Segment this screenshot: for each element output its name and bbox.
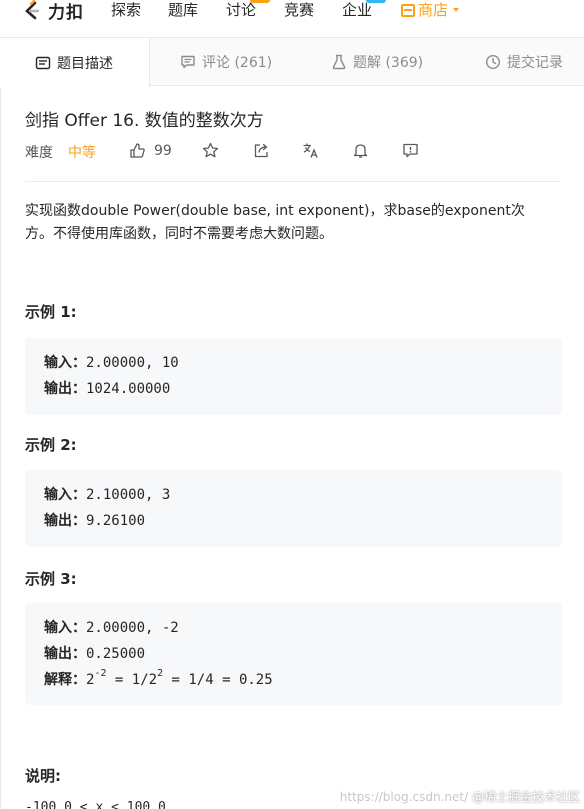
output-label: 输出： — [44, 381, 86, 397]
nav-explore[interactable]: 探索 — [111, 0, 141, 20]
input-value: 2.00000, -2 — [86, 620, 179, 636]
nav-problemset[interactable]: 题库 — [168, 0, 198, 20]
explain-exponent: -2 — [94, 668, 107, 680]
nav-discuss-label: 讨论 — [226, 1, 257, 19]
output-label: 输出： — [44, 513, 86, 529]
input-value: 2.10000, 3 — [86, 487, 171, 503]
notes-partial-line: -100.0 < x < 100.0 — [25, 800, 166, 809]
tab-submissions[interactable]: 提交记录 — [485, 38, 563, 86]
nav-store-label: 商店 — [418, 1, 449, 19]
problem-title: 剑指 Offer 16. 数值的整数次方 — [25, 111, 264, 131]
example-input-line: 输入：2.00000, -2 — [44, 615, 543, 641]
example-title: 示例 3: — [25, 570, 77, 588]
explain-label: 解释： — [44, 672, 86, 688]
like-button[interactable]: 99 — [129, 142, 172, 159]
clock-icon — [485, 54, 501, 70]
logo-text: 力扣 — [48, 2, 84, 23]
flask-icon — [332, 54, 346, 70]
tab-label: 题解 (369) — [353, 55, 424, 71]
example-input-line: 输入：2.10000, 3 — [44, 482, 543, 508]
output-value: 0.25000 — [86, 646, 146, 662]
notes-title: 说明: — [25, 767, 61, 785]
input-label: 输入： — [44, 487, 86, 503]
input-value: 2.00000, 10 — [86, 355, 179, 371]
watermark-url: https://blog.csdn.net/ — [339, 790, 469, 804]
example-input-line: 输入：2.00000, 10 — [44, 350, 543, 376]
example-output-line: 输出：1024.00000 — [44, 376, 543, 402]
output-value: 1024.00000 — [86, 381, 171, 397]
like-count: 99 — [154, 142, 172, 159]
example-output-line: 输出：9.26100 — [44, 508, 543, 534]
store-icon — [401, 3, 415, 17]
problem-meta-bar: 难度 中等 99 — [25, 142, 565, 163]
thumbs-up-icon — [130, 143, 145, 158]
panel-border — [0, 38, 1, 809]
comment-icon — [181, 55, 195, 69]
feedback-icon — [403, 143, 418, 158]
watermark: https://blog.csdn.net/ @稀土掘金技术社区 — [340, 788, 580, 805]
favorite-button[interactable] — [202, 142, 219, 163]
tab-label: 题目描述 — [57, 55, 113, 72]
new-badge — [366, 0, 386, 3]
logo[interactable]: 力扣 — [22, 0, 84, 23]
problem-description: 实现函数double Power(double base, int expone… — [25, 200, 565, 246]
example-code-block: 输入：2.10000, 3 输出：9.26100 — [25, 470, 562, 547]
input-label: 输入： — [44, 355, 86, 371]
nav-contest[interactable]: 竞赛 — [284, 0, 314, 20]
translate-icon — [303, 143, 318, 158]
example-code-block: 输入：2.00000, -2 输出：0.25000 解释：2-2 = 1/22 … — [25, 603, 562, 705]
nav-store[interactable]: 商店 — [401, 0, 460, 20]
tab-label: 评论 (261) — [202, 55, 273, 71]
explain-end: = 1/4 = 0.25 — [163, 672, 273, 688]
feedback-button[interactable] — [402, 142, 419, 163]
example-explain-line: 解释：2-2 = 1/22 = 1/4 = 0.25 — [44, 667, 543, 693]
output-label: 输出： — [44, 646, 86, 662]
example-output-line: 输出：0.25000 — [44, 641, 543, 667]
top-nav: 力扣 探索 题库 讨论 竞赛 企业 商店 — [0, 0, 584, 38]
star-icon — [202, 142, 219, 158]
divider — [25, 181, 561, 182]
subscribe-button[interactable] — [352, 142, 369, 163]
example-title: 示例 2: — [25, 436, 77, 454]
tab-label: 提交记录 — [507, 55, 563, 71]
input-label: 输入： — [44, 620, 86, 636]
nav-enterprise-label: 企业 — [342, 1, 373, 19]
description-icon — [35, 56, 51, 69]
explain-mid: = 1/2 — [106, 672, 158, 688]
bell-icon — [353, 144, 368, 158]
difficulty-label: 难度 — [25, 145, 53, 161]
share-icon — [254, 143, 268, 158]
example-code-block: 输入：2.00000, 10 输出：1024.00000 — [25, 338, 562, 415]
output-value: 9.26100 — [86, 513, 146, 529]
caret-down-icon — [453, 8, 460, 12]
nav-discuss[interactable]: 讨论 — [226, 0, 270, 20]
description-line: 实现函数double Power(double base, int expone… — [25, 203, 525, 219]
tab-description[interactable]: 题目描述 — [0, 38, 150, 87]
tab-solutions[interactable]: 题解 (369) — [331, 38, 423, 86]
translate-button[interactable] — [302, 142, 319, 163]
tab-comments[interactable]: 评论 (261) — [180, 38, 272, 86]
tab-bar: 题目描述 评论 (261) 题解 (369) 提交记录 — [0, 38, 584, 87]
new-badge — [250, 0, 270, 3]
leetcode-logo-icon — [25, 0, 40, 20]
difficulty-badge: 中等 — [68, 145, 96, 161]
description-line: 方。不得使用库函数，同时不需要考虑大数问题。 — [25, 226, 333, 242]
share-button[interactable] — [253, 142, 270, 163]
example-title: 示例 1: — [25, 303, 77, 321]
explain-exponent: 2 — [157, 668, 164, 680]
nav-enterprise[interactable]: 企业 — [342, 0, 386, 20]
watermark-text: @稀土掘金技术社区 — [471, 790, 580, 804]
